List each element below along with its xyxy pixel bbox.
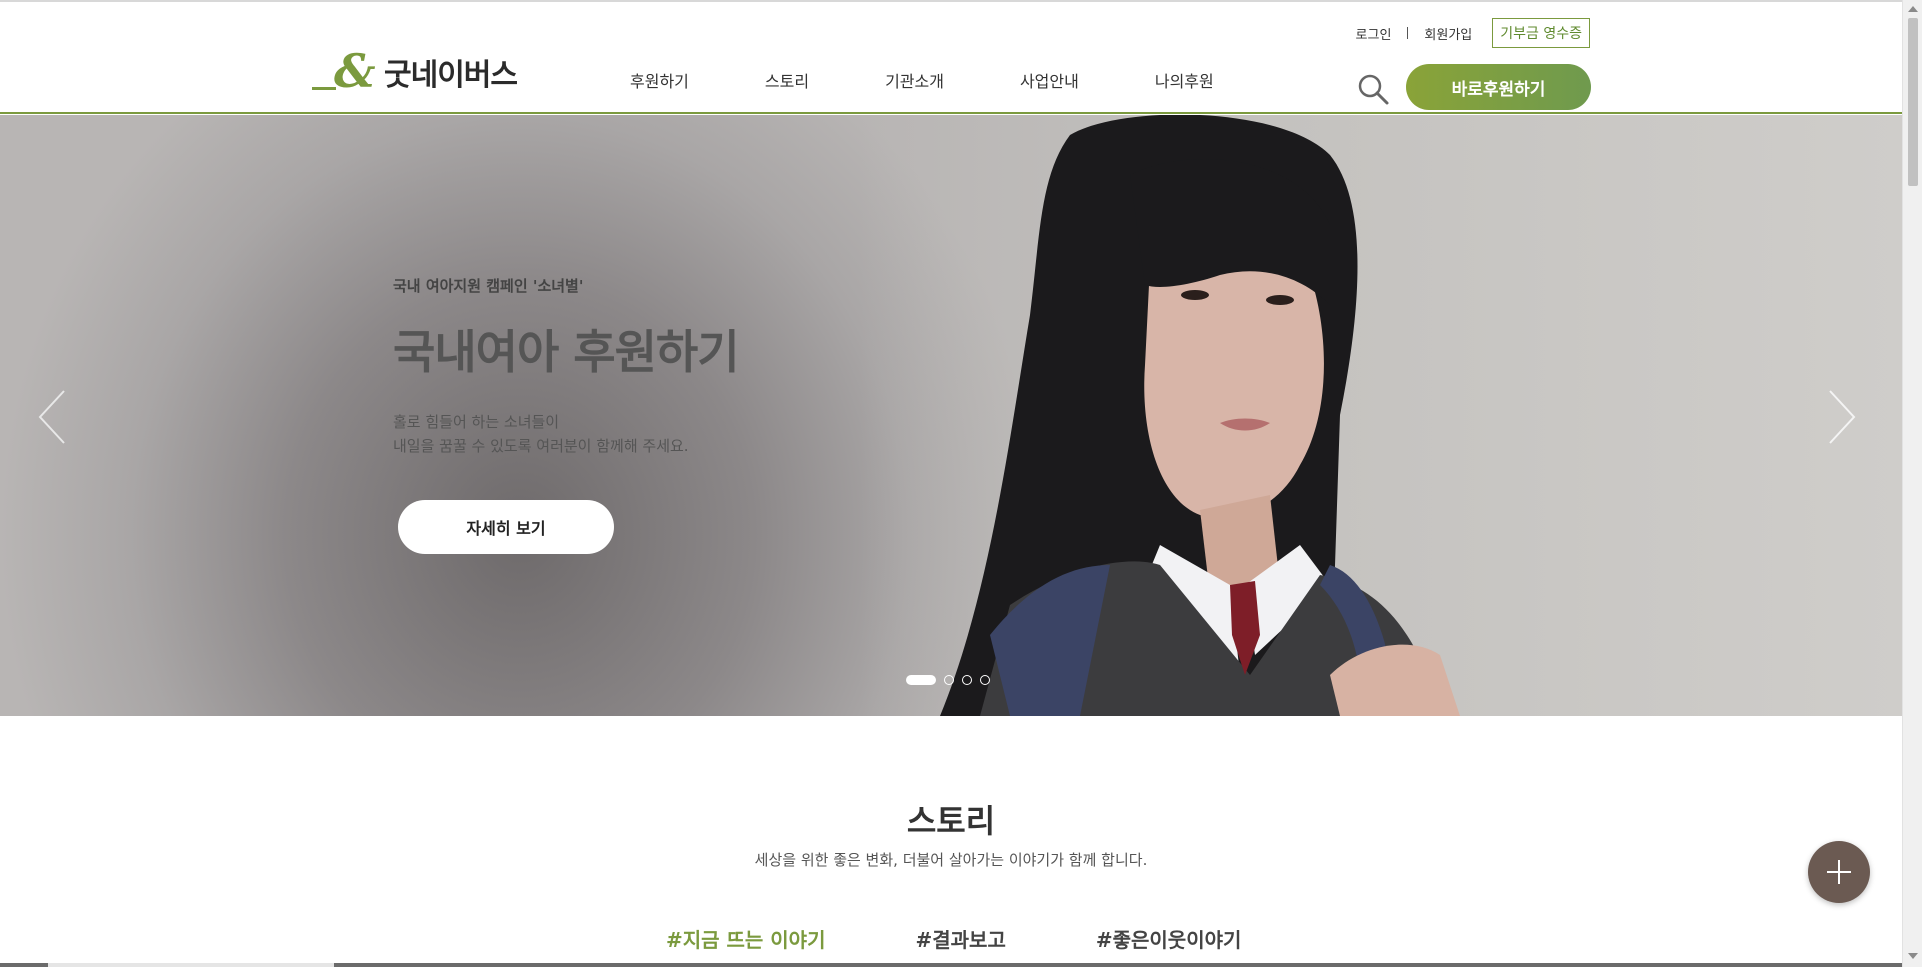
hero-desc-line-1: 홀로 힘들어 하는 소녀들이 (393, 413, 560, 431)
logo-mark-icon: & (312, 48, 384, 94)
login-link[interactable]: 로그인 (1356, 24, 1392, 43)
slider-dot-1[interactable] (906, 675, 936, 685)
horizontal-scroll-thumb[interactable] (48, 963, 334, 967)
tab-good-neighbor-stories[interactable]: #좋은이웃이야기 (1096, 924, 1242, 953)
hero-slider: 국내 여아지원 캠페인 '소녀별' 국내여아 후원하기 홀로 힘들어 하는 소녀… (0, 115, 1902, 716)
nav-item-my-donation[interactable]: 나의후원 (1155, 68, 1214, 92)
slider-dot-2[interactable] (944, 675, 954, 685)
scroll-down-arrow-icon[interactable] (1908, 953, 1918, 959)
site-header: & 굿네이버스 로그인 회원가입 기부금 영수증 후원하기 스토리 기관소개 사… (0, 2, 1902, 114)
scroll-up-arrow-icon[interactable] (1908, 6, 1918, 12)
hero-eyebrow: 국내 여아지원 캠페인 '소녀별' (393, 277, 584, 295)
main-nav: 후원하기 스토리 기관소개 사업안내 나의후원 (630, 68, 1214, 92)
hero-more-button[interactable]: 자세히 보기 (398, 500, 614, 554)
nav-item-donate[interactable]: 후원하기 (630, 68, 689, 92)
hero-photo-student (940, 115, 1460, 716)
scrollbar-thumb[interactable] (1908, 18, 1918, 186)
hero-title: 국내여아 후원하기 (393, 325, 740, 379)
hero-description: 홀로 힘들어 하는 소녀들이 내일을 꿈꿀 수 있도록 여러분이 함께해 주세요… (393, 410, 739, 458)
tab-results-report[interactable]: #결과보고 (915, 924, 1005, 953)
search-icon[interactable] (1356, 72, 1390, 106)
tab-trending-stories[interactable]: #지금 뜨는 이야기 (666, 924, 825, 953)
nav-item-story[interactable]: 스토리 (765, 68, 809, 92)
slider-dot-4[interactable] (980, 675, 990, 685)
story-section-title: 스토리 (906, 802, 996, 840)
nav-item-about[interactable]: 기관소개 (885, 68, 944, 92)
hero-copy: 국내 여아지원 캠페인 '소녀별' 국내여아 후원하기 홀로 힘들어 하는 소녀… (393, 275, 740, 458)
chevron-left-icon[interactable] (34, 387, 74, 447)
slider-dot-3[interactable] (962, 675, 972, 685)
chevron-right-icon[interactable] (1820, 387, 1860, 447)
nav-item-business[interactable]: 사업안내 (1020, 68, 1079, 92)
signup-link[interactable]: 회원가입 (1424, 24, 1472, 43)
plus-icon[interactable] (1808, 841, 1870, 903)
donate-now-button[interactable]: 바로후원하기 (1406, 64, 1591, 110)
story-tabs: #지금 뜨는 이야기 #결과보고 #좋은이웃이야기 (666, 924, 1241, 953)
donation-receipt-button[interactable]: 기부금 영수증 (1492, 18, 1590, 48)
logo-text: 굿네이버스 (384, 58, 518, 93)
site-logo[interactable]: & 굿네이버스 (312, 48, 518, 94)
story-section-subtitle: 세상을 위한 좋은 변화, 더불어 살아가는 이야기가 함께 합니다. (754, 851, 1148, 869)
utility-divider (1407, 27, 1409, 39)
utility-links: 로그인 회원가입 기부금 영수증 (1340, 18, 1590, 48)
slider-pagination (906, 675, 990, 685)
hero-desc-line-2: 내일을 꿈꿀 수 있도록 여러분이 함께해 주세요. (393, 437, 689, 455)
page-scrollbar[interactable] (1902, 0, 1922, 967)
